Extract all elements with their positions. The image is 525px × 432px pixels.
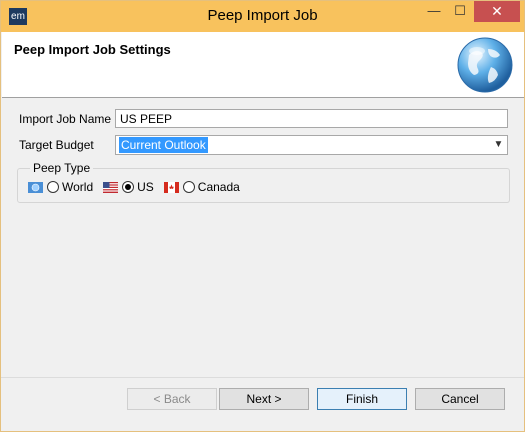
target-budget-select[interactable]: Current Outlook ▼ [115, 135, 508, 155]
radio-canada[interactable] [182, 181, 195, 193]
job-name-label: Import Job Name [19, 112, 112, 126]
target-budget-label: Target Budget [19, 138, 94, 152]
peep-type-options: World US Canada [28, 179, 250, 195]
page-title: Peep Import Job Settings [14, 42, 171, 57]
form-content: Import Job Name US PEEP Target Budget Cu… [1, 98, 524, 378]
chevron-down-icon[interactable]: ▼ [490, 136, 507, 154]
world-flag-icon [28, 181, 43, 193]
minimize-icon[interactable]: — [420, 1, 448, 22]
finish-button[interactable]: Finish [317, 388, 407, 410]
back-button[interactable]: < Back [127, 388, 217, 410]
radio-us[interactable] [122, 181, 135, 193]
cancel-button[interactable]: Cancel [415, 388, 505, 410]
radio-canada-label[interactable]: Canada [198, 180, 240, 194]
radio-world[interactable] [47, 181, 59, 193]
wizard-banner: Peep Import Job Settings [2, 32, 524, 98]
target-budget-value: Current Outlook [119, 137, 208, 153]
peep-type-group: Peep Type World US Canada [17, 161, 510, 203]
radio-us-label[interactable]: US [137, 180, 154, 194]
us-flag-icon [103, 181, 119, 193]
globe-icon [457, 37, 513, 93]
radio-world-label[interactable]: World [62, 180, 93, 194]
close-icon[interactable]: ✕ [474, 1, 520, 22]
wizard-button-bar: < Back Next > Finish Cancel [1, 377, 524, 431]
job-name-input[interactable]: US PEEP [115, 109, 508, 128]
maximize-icon[interactable]: ☐ [446, 1, 474, 22]
canada-flag-icon [163, 181, 179, 193]
next-button[interactable]: Next > [219, 388, 309, 410]
title-bar[interactable]: em Peep Import Job — ☐ ✕ [1, 1, 524, 32]
peep-type-legend: Peep Type [30, 161, 94, 175]
dialog-window: em Peep Import Job — ☐ ✕ Peep Import Job… [0, 0, 525, 432]
